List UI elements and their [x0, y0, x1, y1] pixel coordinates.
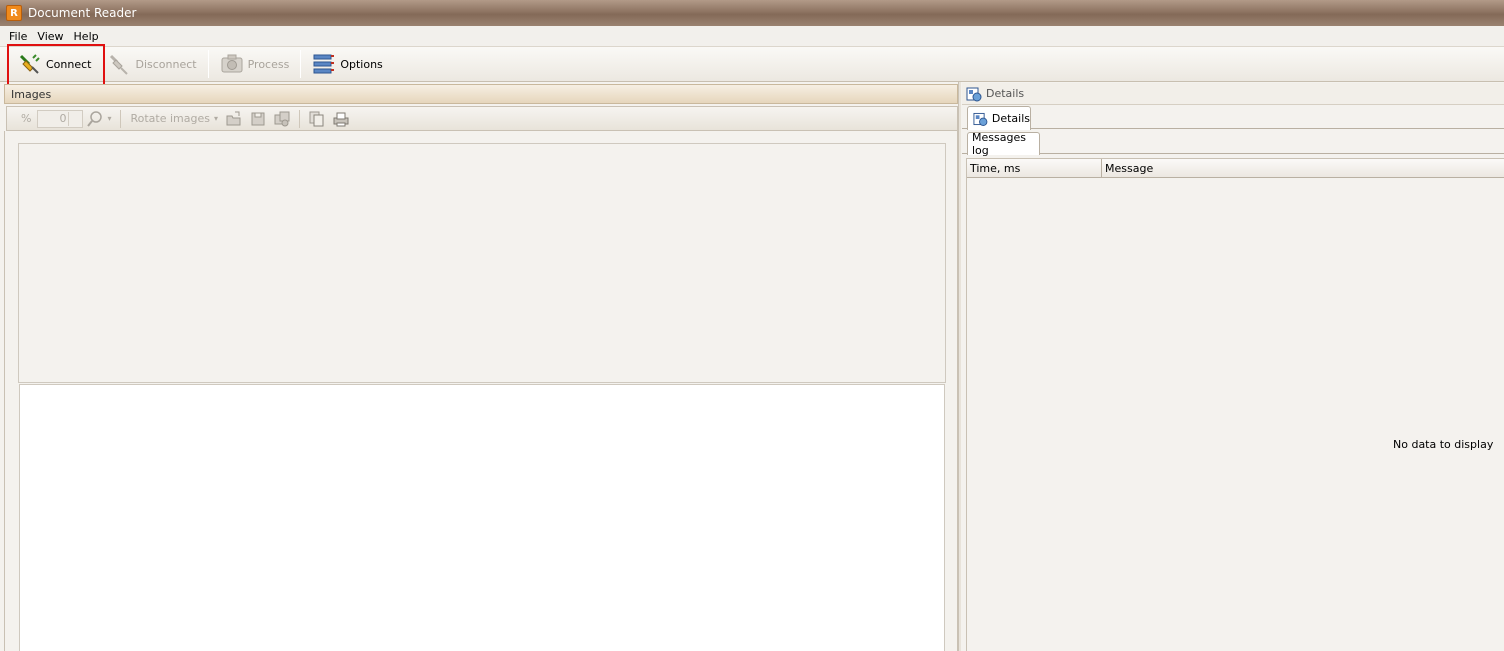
zoom-spinner[interactable]: 0: [37, 109, 84, 128]
images-header-label: Images: [11, 87, 52, 101]
details-icon: [973, 112, 988, 126]
save-icon[interactable]: [249, 110, 267, 128]
toolbar-separator: [300, 50, 302, 78]
grid-header: Time, ms Message: [967, 158, 1504, 178]
empty-grid-message: No data to display: [1393, 438, 1494, 451]
messages-grid: Time, ms Message No data to display: [966, 158, 1504, 651]
details-panel-header: Details: [962, 83, 1504, 105]
main-toolbar: Connect Disconnect Process Options: [0, 46, 1504, 82]
reader-app-icon: R: [6, 5, 22, 21]
images-toolbar: % 0 ▾ Rotate images ▾: [6, 106, 958, 131]
window-title: Document Reader: [28, 6, 137, 20]
toolbar-separator: [299, 109, 300, 128]
zoom-value: 0: [59, 111, 67, 125]
save-all-icon[interactable]: [273, 110, 291, 128]
details-tab-row: Details: [962, 105, 1504, 130]
open-folder-icon[interactable]: [225, 110, 243, 128]
image-preview-area: [18, 143, 946, 383]
menu-bar: File View Help: [0, 26, 1504, 46]
rotate-dropdown-icon[interactable]: ▾: [214, 114, 218, 123]
disconnect-label: Disconnect: [135, 57, 197, 71]
column-header-message[interactable]: Message: [1102, 159, 1504, 178]
toolbar-separator: [207, 50, 209, 78]
percent-label: %: [21, 112, 32, 125]
dropdown-arrow-icon[interactable]: ▾: [107, 114, 111, 123]
panel-splitter[interactable]: [958, 82, 961, 651]
process-label: Process: [247, 57, 290, 71]
image-view-area: [19, 384, 945, 651]
column-header-time[interactable]: Time, ms: [967, 159, 1102, 178]
camera-icon: [221, 54, 243, 73]
messages-tab-row: Messages log: [962, 130, 1504, 157]
zoom-icon[interactable]: [86, 110, 104, 128]
spinner-arrows-icon[interactable]: [68, 111, 81, 126]
toolbar-separator: [120, 109, 122, 128]
details-header-label: Details: [986, 87, 1025, 100]
options-button[interactable]: Options: [304, 49, 390, 79]
title-bar: R Document Reader: [0, 0, 1504, 26]
tab-details[interactable]: Details: [967, 106, 1031, 130]
menu-file[interactable]: File: [4, 30, 32, 43]
options-list-icon: [313, 54, 335, 74]
rotate-images-button[interactable]: Rotate images: [130, 112, 210, 125]
tab-messages-log-label: Messages log: [972, 131, 1026, 157]
print-icon[interactable]: [332, 110, 350, 128]
options-label: Options: [340, 57, 383, 71]
copy-icon[interactable]: [308, 110, 326, 128]
plug-disconnect-icon: [110, 54, 129, 75]
images-panel-header: Images: [4, 84, 958, 104]
tab-messages-log[interactable]: Messages log: [967, 131, 1040, 157]
process-button[interactable]: Process: [212, 49, 298, 79]
disconnect-button[interactable]: Disconnect: [99, 49, 204, 79]
menu-help[interactable]: Help: [69, 30, 104, 43]
details-icon: [966, 87, 982, 101]
tab-details-label: Details: [991, 112, 1030, 125]
menu-view[interactable]: View: [32, 30, 68, 43]
